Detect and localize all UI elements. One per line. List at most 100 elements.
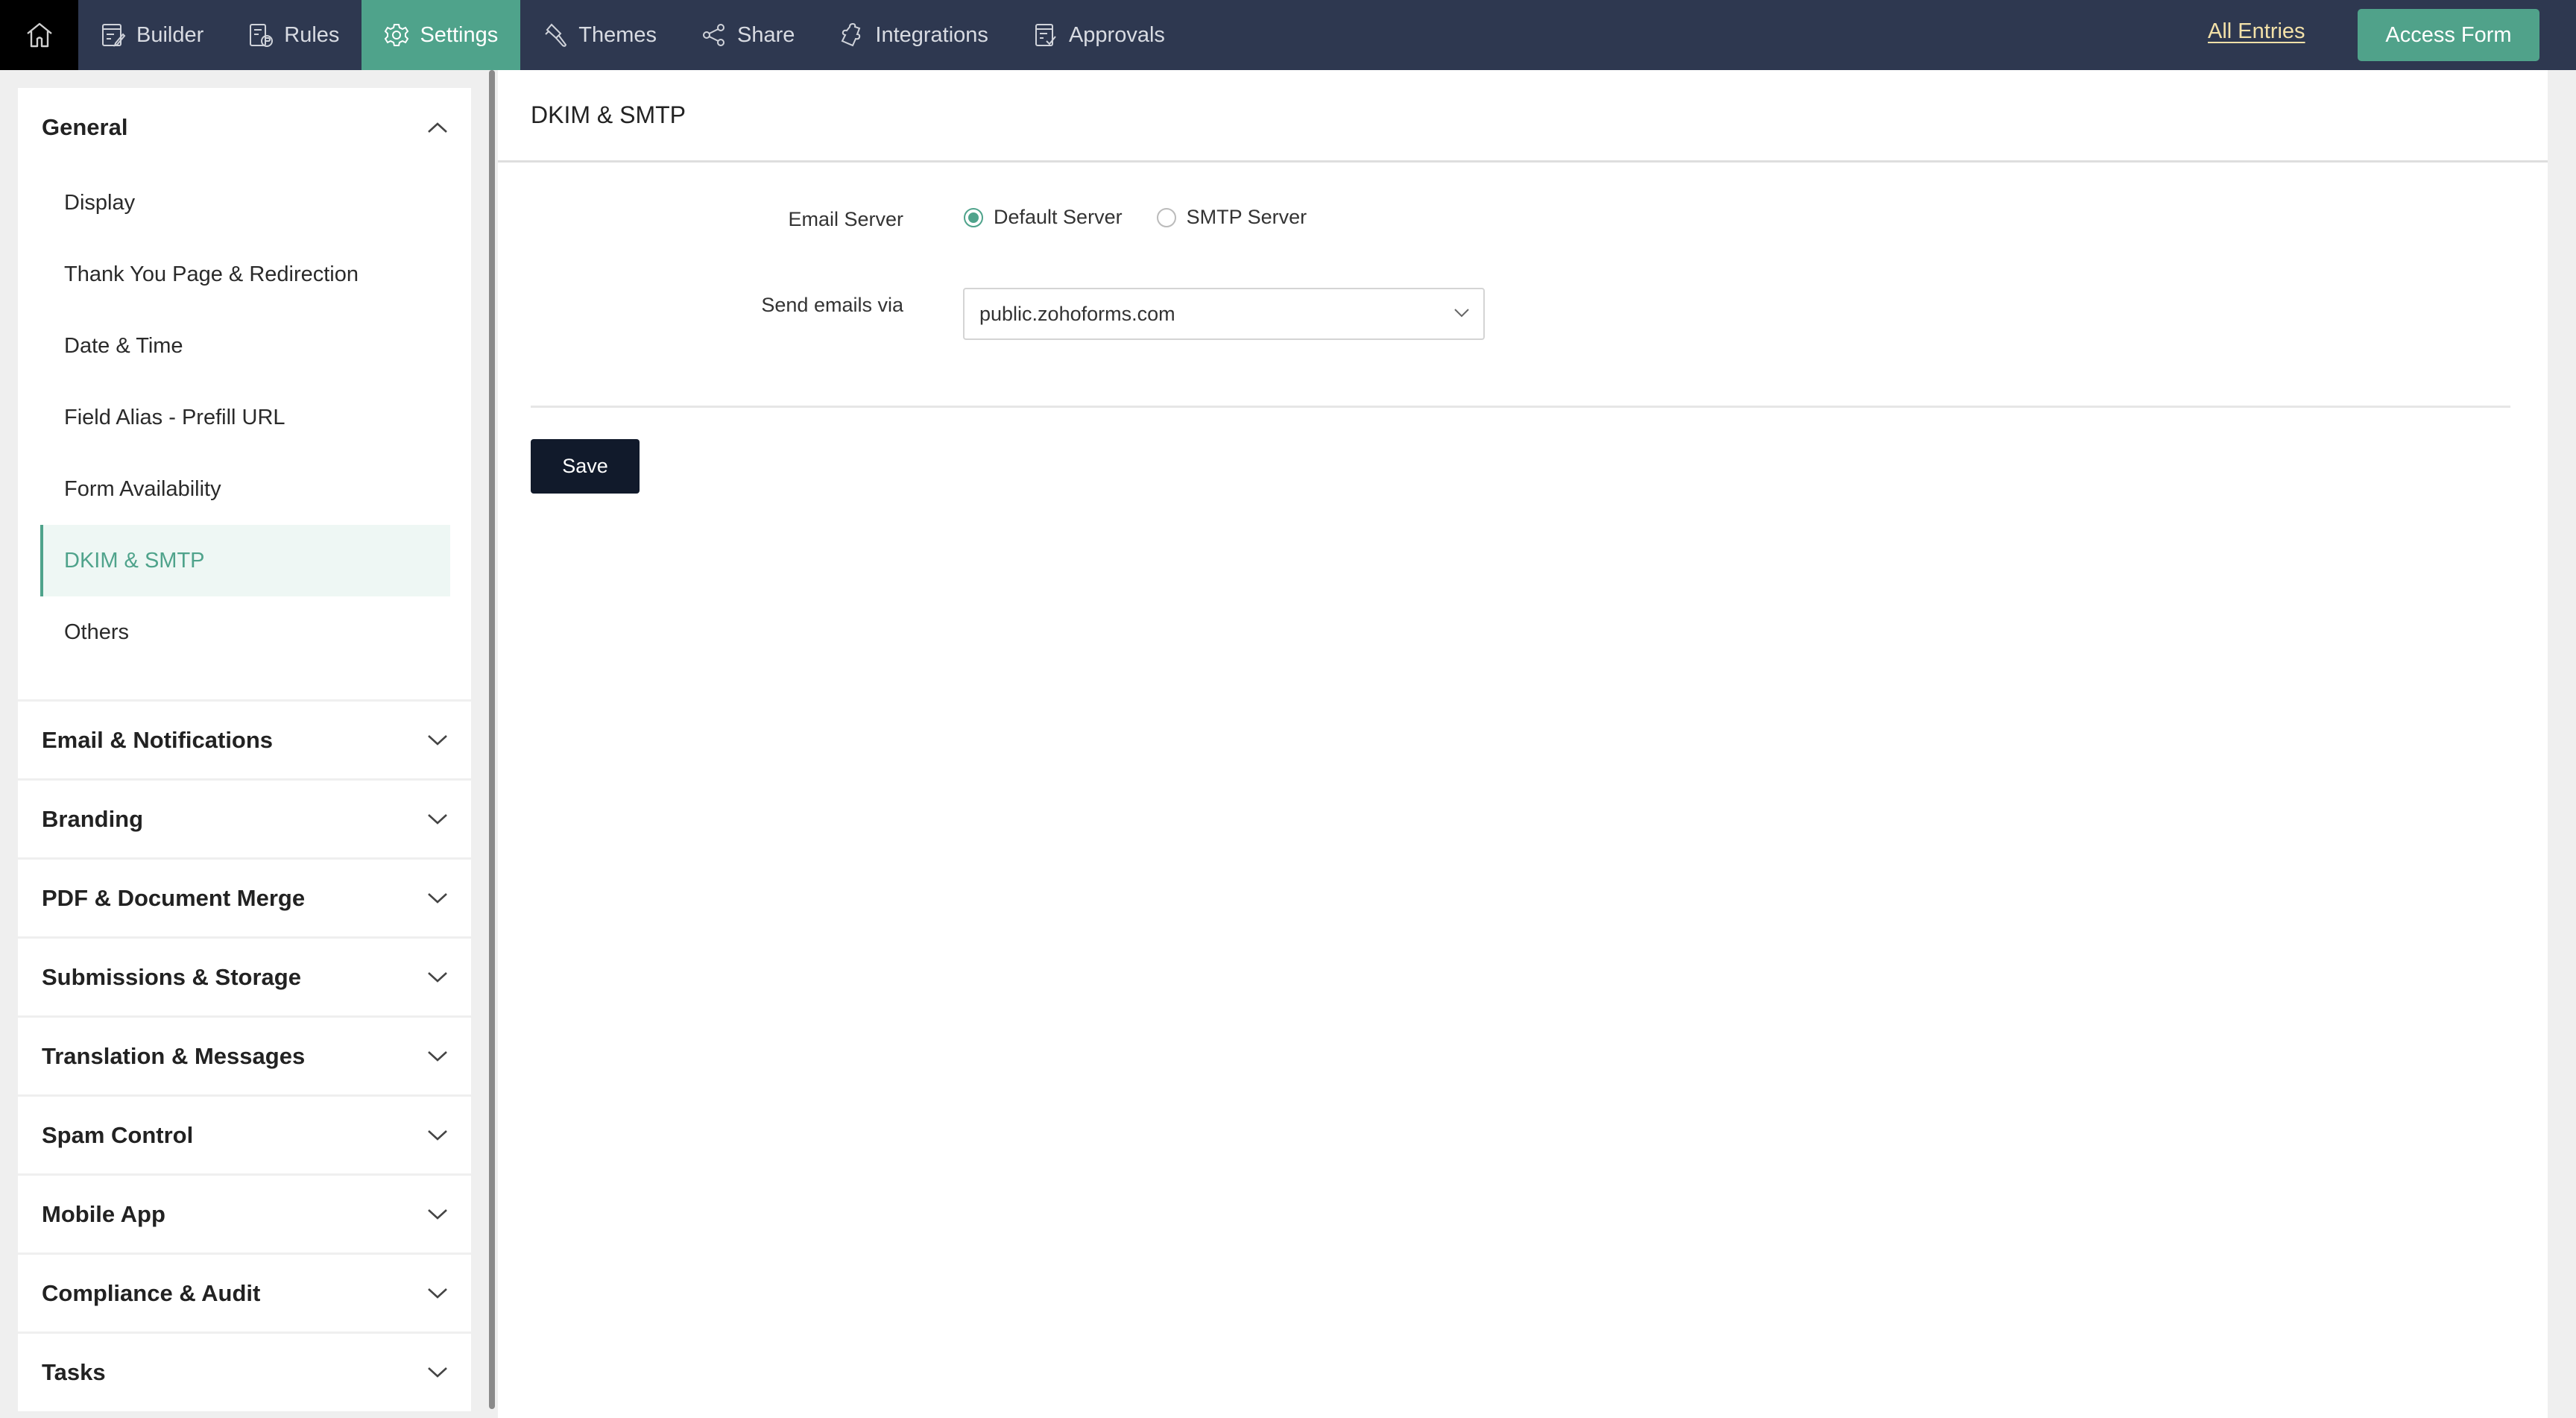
email-server-label: Email Server (788, 208, 903, 230)
sidebar-item-others[interactable]: Others (40, 596, 450, 668)
sidebar-group-pdf-document-merge: PDF & Document Merge (18, 860, 471, 939)
sidebar-group-header[interactable]: Spam Control (18, 1097, 471, 1173)
sidebar-group-tasks: Tasks (18, 1334, 471, 1411)
nav-integrations[interactable]: Integrations (817, 0, 1011, 70)
radio-unchecked-icon[interactable] (1156, 207, 1176, 227)
nav-approvals[interactable]: Approvals (1011, 0, 1187, 70)
sidebar-group-label: General (42, 114, 128, 140)
sidebar-item-label: Display (64, 190, 136, 215)
builder-icon (102, 24, 126, 47)
all-entries-link[interactable]: All Entries (2208, 19, 2305, 44)
sidebar-group-label: Email & Notifications (42, 726, 274, 753)
nav-themes-label: Themes (578, 22, 657, 47)
access-form-button[interactable]: Access Form (2358, 9, 2539, 61)
sidebar-item-date-time[interactable]: Date & Time (40, 310, 450, 382)
sidebar-group-label: Mobile App (42, 1200, 165, 1227)
approvals-icon (1035, 24, 1056, 46)
sidebar-group-header[interactable]: PDF & Document Merge (18, 860, 471, 936)
radio-default-server[interactable]: Default Server (964, 206, 1123, 229)
radio-checked-icon[interactable] (964, 207, 983, 227)
sidebar-item-label: Thank You Page & Redirection (64, 262, 359, 286)
radio-smtp-server[interactable]: SMTP Server (1156, 206, 1307, 229)
chevron-down-icon (428, 1050, 447, 1062)
nav-share[interactable]: Share (679, 0, 817, 70)
sidebar-group-label: PDF & Document Merge (42, 884, 306, 911)
top-navigation-bar: Builder Rules Settings Themes Share Inte… (0, 0, 2576, 70)
nav-share-label: Share (737, 22, 795, 47)
sidebar-item-thank-you-page[interactable]: Thank You Page & Redirection (40, 239, 450, 310)
sidebar-item-form-availability[interactable]: Form Availability (40, 453, 450, 525)
sidebar-group-header[interactable]: Translation & Messages (18, 1018, 471, 1094)
sidebar-group-label: Spam Control (42, 1121, 194, 1148)
chevron-up-icon (428, 122, 447, 133)
nav-settings[interactable]: Settings (362, 0, 521, 70)
puzzle-icon (842, 22, 861, 47)
sidebar-item-display[interactable]: Display (40, 167, 450, 239)
rules-icon (250, 24, 274, 47)
sidebar-group-header[interactable]: Branding (18, 781, 471, 857)
sidebar-group-label: Compliance & Audit (42, 1279, 261, 1306)
chevron-down-icon (428, 971, 447, 983)
sidebar-group-label: Tasks (42, 1358, 106, 1385)
main-content: DKIM & SMTP Email Server Default Server … (498, 70, 2548, 1418)
chevron-down-icon (428, 734, 447, 746)
radio-label: SMTP Server (1186, 206, 1307, 228)
settings-sidebar: General Display Thank You Page & Redirec… (18, 88, 471, 1411)
radio-label: Default Server (994, 206, 1123, 228)
select-value: public.zohoforms.com (979, 302, 1175, 325)
main-nav: Builder Rules Settings Themes Share Inte… (78, 0, 1187, 70)
sidebar-group-label: Submissions & Storage (42, 963, 301, 990)
chevron-down-icon (428, 1288, 447, 1299)
sidebar-group-branding: Branding (18, 781, 471, 860)
chevron-down-icon (428, 1367, 447, 1378)
chevron-down-icon (428, 1209, 447, 1220)
sidebar-group-spam-control: Spam Control (18, 1097, 471, 1176)
sidebar-item-label: Date & Time (64, 333, 183, 358)
sidebar-group-header-general[interactable]: General (18, 88, 471, 167)
sidebar-group-header[interactable]: Tasks (18, 1334, 471, 1411)
nav-settings-label: Settings (420, 22, 499, 47)
sidebar-group-general: General Display Thank You Page & Redirec… (18, 88, 471, 702)
form-divider (531, 406, 2510, 408)
sidebar-item-dkim-smtp[interactable]: DKIM & SMTP (40, 525, 450, 596)
sidebar-group-compliance-audit: Compliance & Audit (18, 1255, 471, 1334)
chevron-down-icon (428, 892, 447, 904)
home-button[interactable] (0, 0, 78, 70)
chevron-down-icon (428, 813, 447, 825)
sidebar-group-submissions-storage: Submissions & Storage (18, 939, 471, 1018)
save-button[interactable]: Save (531, 439, 640, 494)
sidebar-group-mobile-app: Mobile App (18, 1176, 471, 1255)
nav-approvals-label: Approvals (1068, 22, 1165, 47)
nav-rules[interactable]: Rules (226, 0, 362, 70)
sidebar-scrollbar[interactable] (489, 70, 495, 1409)
email-server-radio-group: Default Server SMTP Server (964, 206, 1307, 229)
sidebar-item-label: Form Availability (64, 476, 221, 501)
page-title: DKIM & SMTP (531, 101, 686, 128)
sidebar-group-header[interactable]: Email & Notifications (18, 702, 471, 778)
nav-themes[interactable]: Themes (520, 0, 679, 70)
chevron-down-icon (1454, 309, 1469, 318)
send-emails-via-select[interactable]: public.zohoforms.com (963, 288, 1485, 340)
home-icon (26, 22, 52, 48)
nav-integrations-label: Integrations (875, 22, 988, 47)
share-icon (703, 24, 724, 46)
sidebar-group-header[interactable]: Compliance & Audit (18, 1255, 471, 1332)
send-emails-via-label: Send emails via (761, 294, 903, 316)
sidebar-group-translation-messages: Translation & Messages (18, 1018, 471, 1097)
gear-icon (385, 24, 409, 46)
sidebar-group-header[interactable]: Mobile App (18, 1176, 471, 1252)
nav-builder-label: Builder (136, 22, 204, 47)
nav-builder[interactable]: Builder (78, 0, 226, 70)
sidebar-group-email-notifications: Email & Notifications (18, 702, 471, 781)
page-title-bar: DKIM & SMTP (498, 70, 2548, 163)
sidebar-item-label: Others (64, 620, 130, 644)
sidebar-item-field-alias[interactable]: Field Alias - Prefill URL (40, 382, 450, 453)
nav-rules-label: Rules (284, 22, 340, 47)
sidebar-group-label: Branding (42, 805, 144, 832)
sidebar-item-label: DKIM & SMTP (64, 548, 205, 573)
sidebar-group-header[interactable]: Submissions & Storage (18, 939, 471, 1015)
sidebar-item-label: Field Alias - Prefill URL (64, 405, 285, 429)
chevron-down-icon (428, 1129, 447, 1141)
sidebar-group-label: Translation & Messages (42, 1042, 306, 1069)
themes-brush-icon (545, 23, 567, 47)
